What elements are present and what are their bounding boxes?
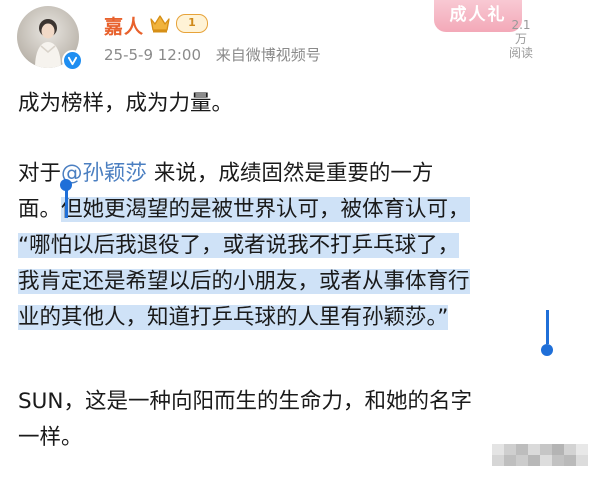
paragraph-1: 成为榜样，成为力量。 — [18, 91, 234, 116]
mention-link[interactable]: @孙颖莎 — [61, 161, 147, 186]
member-level-badge[interactable]: 1 — [176, 14, 208, 33]
post-source[interactable]: 来自微博视频号 — [216, 46, 321, 64]
read-count: 2.1万 阅读 — [506, 18, 536, 60]
selected-text[interactable]: 业的其他人，知道打乒乓球的人里有孙颖莎。” — [18, 305, 449, 330]
mosaic-watermark — [492, 444, 588, 466]
read-count-label: 阅读 — [508, 46, 533, 60]
text-run: 面。 — [18, 197, 62, 222]
paragraph-3-line-1: SUN，这是一种向阳而生的生命力，和她的名字 — [18, 389, 472, 414]
verified-badge-icon — [62, 50, 83, 71]
selected-text[interactable]: 但她更渴望的是被世界认可，被体育认可， — [61, 197, 470, 222]
selection-end-handle[interactable] — [541, 344, 553, 356]
paragraph-2-line-5: 业的其他人，知道打乒乓球的人里有孙颖莎。” — [18, 300, 588, 336]
paragraph-2-line-4: 我肯定还是希望以后的小朋友，或者从事体育行 — [18, 264, 588, 300]
text-run: 对于 — [18, 161, 62, 186]
selection-start-cursor — [65, 188, 68, 218]
paragraph-2-line-3: “哪怕以后我退役了，或者说我不打乒乓球了， — [18, 228, 588, 264]
paragraph-2: 对于@孙颖莎 来说，成绩固然是重要的一方 面。但她更渴望的是被世界认可，被体育认… — [18, 156, 588, 336]
read-count-value: 2.1万 — [511, 18, 531, 46]
text-run: 来说，成绩固然是重要的一方 — [147, 161, 434, 186]
paragraph-2-line-1: 对于@孙颖莎 来说，成绩固然是重要的一方 — [18, 156, 588, 192]
paragraph-2-line-2: 面。但她更渴望的是被世界认可，被体育认可， — [18, 192, 588, 228]
selection-end-cursor — [546, 310, 549, 344]
crown-icon — [150, 15, 170, 33]
selected-text[interactable]: 我肯定还是希望以后的小朋友，或者从事体育行 — [18, 269, 470, 294]
post-meta: 25-5-9 12:00 来自微博视频号 — [104, 44, 321, 65]
username[interactable]: 嘉人 — [104, 12, 144, 39]
post-date: 25-5-9 12:00 — [104, 46, 201, 64]
selected-text[interactable]: “哪怕以后我退役了，或者说我不打乒乓球了， — [18, 233, 460, 258]
